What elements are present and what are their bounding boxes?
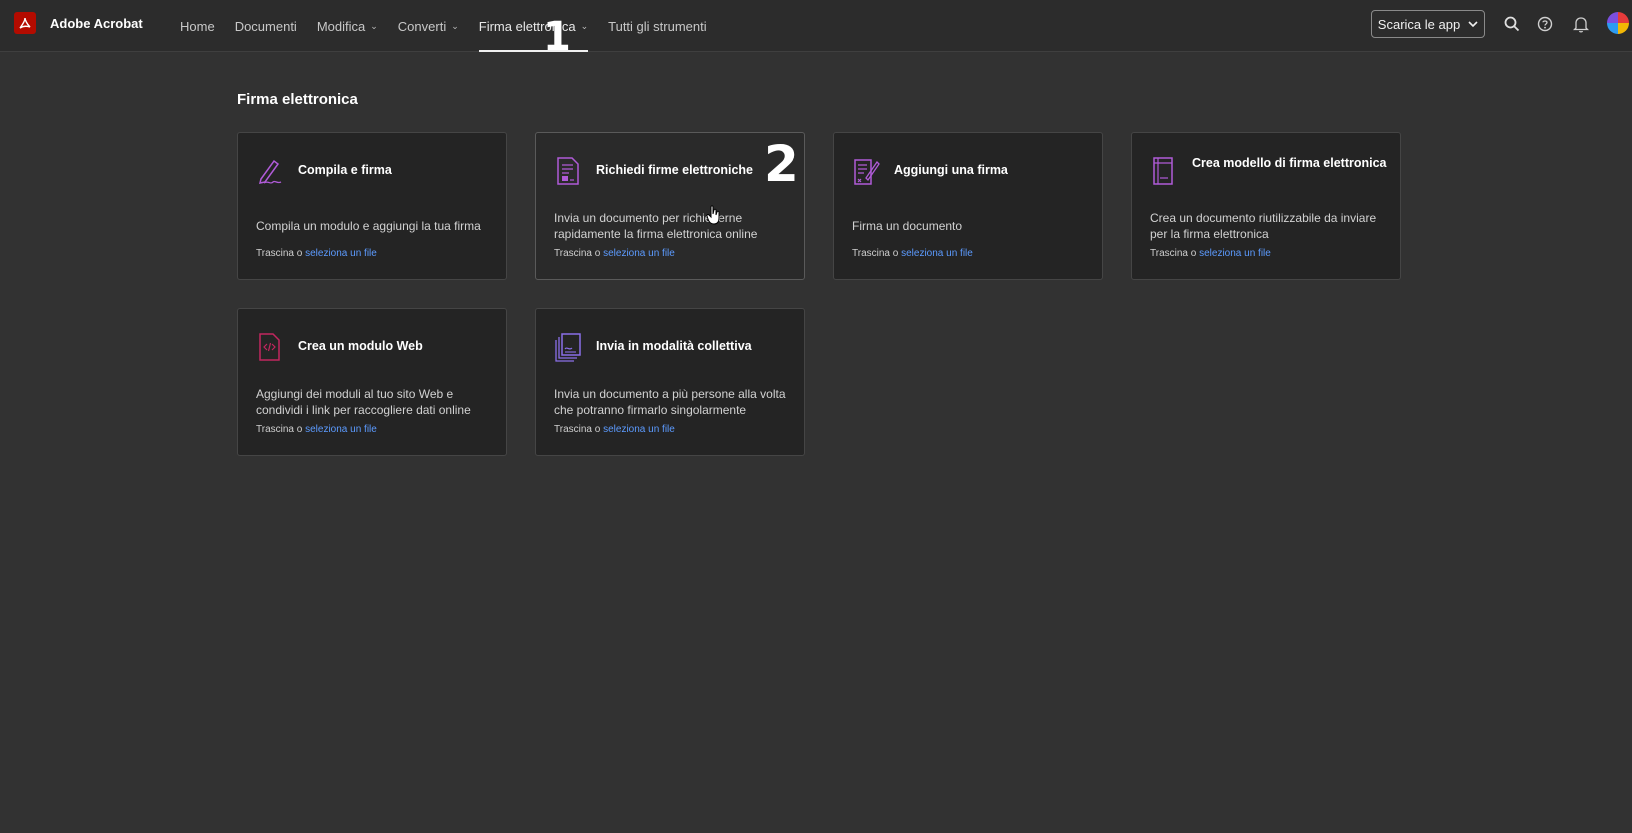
card-invia-collettiva[interactable]: Invia in modalità collettiva Invia un do… (535, 308, 805, 456)
add-signature-icon (852, 156, 880, 186)
card-richiedi-firme[interactable]: Richiedi firme elettroniche Invia un doc… (535, 132, 805, 280)
select-file-link[interactable]: seleziona un file (305, 248, 377, 259)
select-file-link[interactable]: seleziona un file (901, 248, 973, 259)
nav-modifica[interactable]: Modifica ⌄ (307, 0, 388, 52)
hand-cursor-icon (706, 205, 720, 225)
card-title: Richiedi firme elettroniche (596, 163, 753, 177)
card-drop-zone: Trascina o seleziona un file (554, 248, 675, 259)
nav-home[interactable]: Home (170, 0, 225, 52)
card-description: Invia un documento per richiederne rapid… (554, 211, 758, 241)
help-icon[interactable] (1534, 13, 1556, 35)
card-title: Crea modello di firma elettronica (1192, 156, 1387, 170)
download-apps-label: Scarica le app (1377, 16, 1461, 32)
card-drop-zone: Trascina o seleziona un file (852, 248, 973, 259)
card-aggiungi-firma[interactable]: Aggiungi una firma Firma un documento Tr… (833, 132, 1103, 280)
card-crea-modulo-web[interactable]: Crea un modulo Web Aggiungi dei moduli a… (237, 308, 507, 456)
card-drop-zone: Trascina o seleziona un file (554, 424, 675, 435)
chevron-down-icon: ⌄ (370, 20, 378, 31)
card-crea-modello[interactable]: Crea modello di firma elettronica Crea u… (1131, 132, 1401, 280)
avatar[interactable] (1607, 12, 1629, 34)
nav-home-label: Home (180, 18, 215, 34)
select-file-link[interactable]: seleziona un file (1199, 248, 1271, 259)
bell-icon[interactable] (1570, 13, 1592, 35)
section-title: Firma elettronica (237, 91, 358, 108)
chevron-down-icon: ⌄ (451, 20, 459, 31)
nav-firma-elettronica[interactable]: Firma elettronica ⌄ (469, 0, 598, 52)
card-description: Aggiungi dei moduli al tuo sito Web e co… (256, 387, 471, 417)
annotation-2: 2 (764, 135, 799, 193)
drop-text: Trascina o (1150, 248, 1197, 259)
select-file-link[interactable]: seleziona un file (603, 424, 675, 435)
chevron-down-icon: ⌄ (580, 20, 589, 31)
chevron-down-icon (1468, 20, 1478, 27)
nav-converti-label: Converti (397, 18, 447, 34)
select-file-link[interactable]: seleziona un file (305, 424, 377, 435)
search-icon[interactable] (1501, 13, 1523, 35)
nav-documenti[interactable]: Documenti (225, 0, 307, 52)
drop-text: Trascina o (554, 424, 601, 435)
nav-documenti-label: Documenti (234, 18, 297, 34)
card-title: Crea un modulo Web (298, 339, 423, 353)
card-description: Firma un documento (852, 219, 963, 233)
top-bar: Adobe Acrobat Home Documenti Modifica ⌄ C… (0, 0, 1632, 52)
template-icon (1150, 156, 1178, 186)
web-form-icon (256, 332, 284, 362)
bulk-send-icon (554, 332, 582, 362)
drop-text: Trascina o (256, 424, 303, 435)
card-title: Compila e firma (298, 163, 392, 177)
nav-tutti-gli-strumenti[interactable]: Tutti gli strumenti (598, 0, 717, 52)
main-nav: Home Documenti Modifica ⌄ Converti ⌄ Firma… (170, 0, 717, 52)
request-signatures-icon (554, 156, 582, 186)
card-drop-zone: Trascina o seleziona un file (1150, 248, 1271, 259)
annotation-1: 1 (543, 14, 571, 60)
card-description: Crea un documento riutilizzabile da invi… (1150, 211, 1377, 241)
select-file-link[interactable]: seleziona un file (603, 248, 675, 259)
fill-sign-icon (256, 156, 284, 186)
nav-tutti-label: Tutti gli strumenti (608, 18, 707, 34)
card-description: Compila un modulo e aggiungi la tua firm… (256, 219, 481, 233)
drop-text: Trascina o (852, 248, 899, 259)
drop-text: Trascina o (554, 248, 601, 259)
nav-modifica-label: Modifica (316, 18, 366, 34)
card-title: Invia in modalità collettiva (596, 339, 752, 353)
card-description: Invia un documento a più persone alla vo… (554, 387, 786, 417)
card-drop-zone: Trascina o seleziona un file (256, 424, 377, 435)
app-name[interactable]: Adobe Acrobat (50, 16, 143, 31)
card-compila-e-firma[interactable]: Compila e firma Compila un modulo e aggi… (237, 132, 507, 280)
card-drop-zone: Trascina o seleziona un file (256, 248, 377, 259)
card-title: Aggiungi una firma (894, 163, 1008, 177)
nav-converti[interactable]: Converti ⌄ (388, 0, 469, 52)
acrobat-logo-icon[interactable] (14, 12, 36, 34)
drop-text: Trascina o (256, 248, 303, 259)
download-apps-button[interactable]: Scarica le app (1371, 10, 1485, 38)
